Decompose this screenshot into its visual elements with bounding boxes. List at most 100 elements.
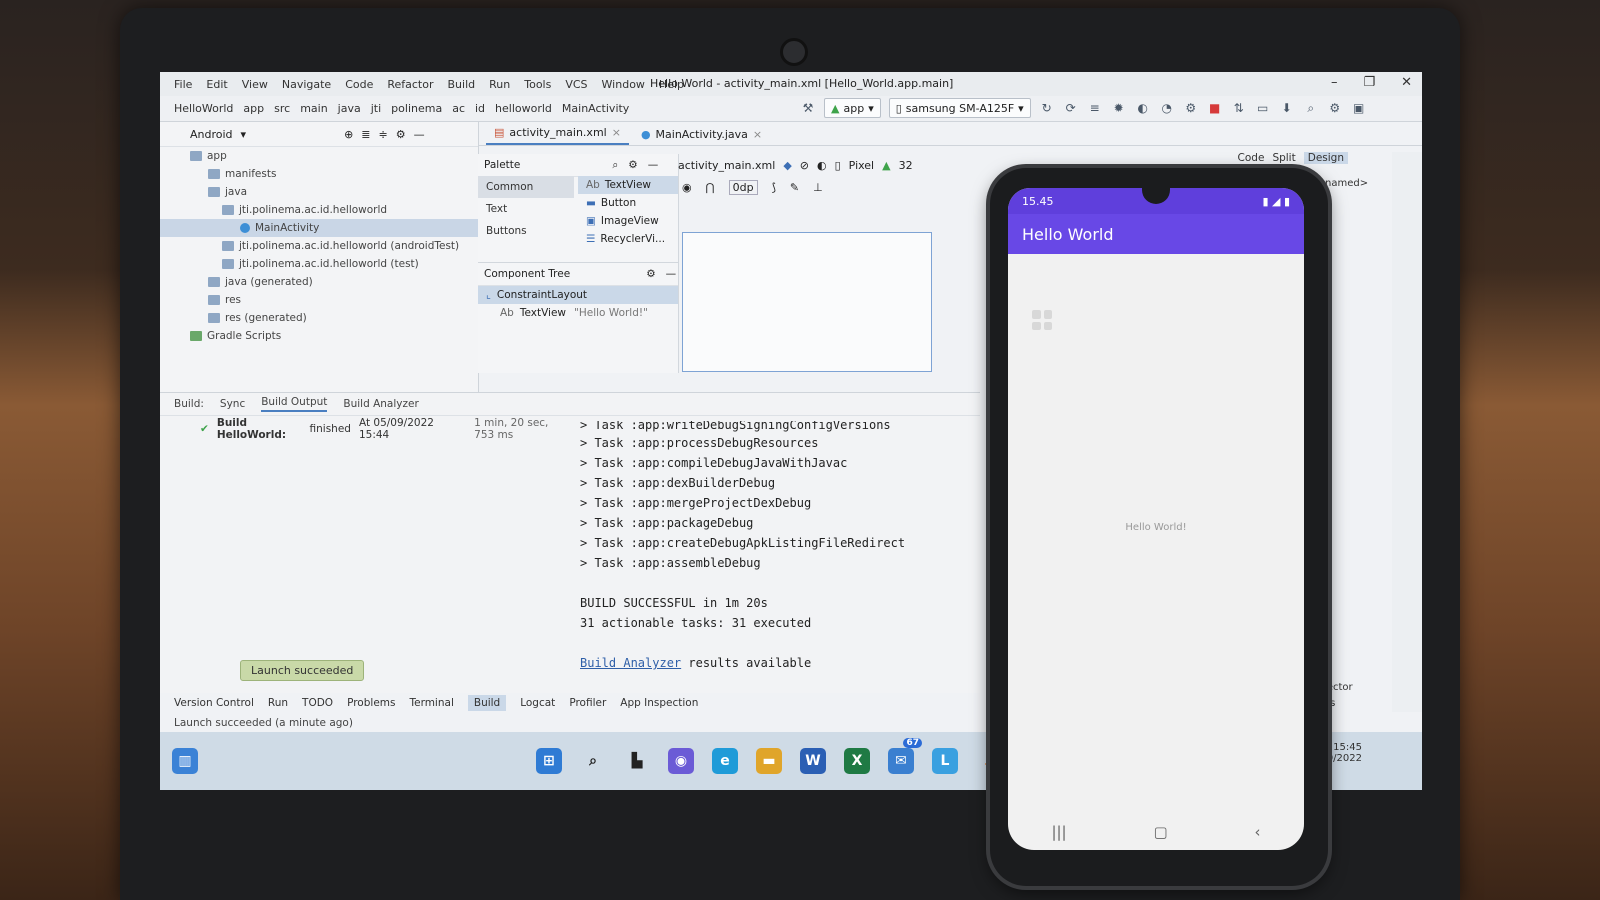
word-icon[interactable]: W [800,748,826,774]
tree-item-package-androidtest[interactable]: jti.polinema.ac.id.helloworld (androidTe… [160,237,478,255]
tab-todo[interactable]: TODO [302,697,333,709]
tree-item-package[interactable]: jti.polinema.ac.id.helloworld [160,201,478,219]
search-icon[interactable]: ⌕ [580,748,606,774]
build-result-row[interactable]: ✔ Build HelloWorld: finished At 05/09/20… [200,417,570,441]
taskbar-clock[interactable]: 15:45 9/2022 [1327,742,1362,764]
tree-item-manifests[interactable]: manifests [160,165,478,183]
menu-code[interactable]: Code [345,78,373,91]
device-preview-select[interactable]: Pixel [849,159,874,172]
tree-item-package-test[interactable]: jti.polinema.ac.id.helloworld (test) [160,255,478,273]
minimize-icon[interactable]: – [1331,75,1338,90]
launch-toast[interactable]: Launch succeeded [240,660,365,681]
tab-build[interactable]: Build [467,695,507,711]
tree-item-java[interactable]: java [160,183,478,201]
tab-build-output[interactable]: Build Output [261,396,328,412]
tab-sync[interactable]: Sync [220,398,245,410]
gear-icon[interactable]: ⚙ [628,159,637,171]
menu-refactor[interactable]: Refactor [387,78,433,91]
breadcrumb-ac[interactable]: ac [452,102,465,115]
palette-category-common[interactable]: Common [478,176,574,198]
tab-run[interactable]: Run [268,697,288,709]
search-icon[interactable]: ⌕ [1303,100,1319,116]
settings-icon[interactable]: ⚙ [1327,100,1343,116]
tree-item-mainactivity[interactable]: MainActivity [160,219,478,237]
breadcrumb-jti[interactable]: jti [371,102,381,115]
home-icon[interactable]: ▢ [1153,823,1167,841]
profile-icon[interactable]: ◔ [1159,100,1175,116]
menu-vcs[interactable]: VCS [565,78,587,91]
gear-icon[interactable]: ⚙ [646,268,655,280]
component-textview[interactable]: Ab TextView "Hello World!" [478,304,678,322]
menu-navigate[interactable]: Navigate [282,78,331,91]
night-mode-icon[interactable]: ⊘ [800,159,809,172]
run-config-select[interactable]: ▲ app ▾ [824,98,881,118]
breadcrumb-java[interactable]: java [338,102,361,115]
tree-item-res[interactable]: res [160,291,478,309]
tab-activity-main[interactable]: ▤ activity_main.xml × [486,121,629,145]
excel-icon[interactable]: X [844,748,870,774]
magnet-icon[interactable]: ⋂ [706,181,715,194]
edge-icon[interactable]: e [712,748,738,774]
tree-item-res-generated[interactable]: res (generated) [160,309,478,327]
menu-edit[interactable]: Edit [206,78,227,91]
locate-icon[interactable]: ⊕ [344,128,353,141]
tree-item-java-generated[interactable]: java (generated) [160,273,478,291]
breadcrumb-helloworld[interactable]: helloworld [495,102,552,115]
maximize-icon[interactable]: ❐ [1363,75,1375,90]
apply-changes-icon[interactable]: ⟳ [1063,100,1079,116]
breadcrumb-polinema[interactable]: polinema [391,102,442,115]
margin-select[interactable]: 0dp [728,179,758,195]
breadcrumb-main[interactable]: main [300,102,327,115]
palette-category-buttons[interactable]: Buttons [478,220,574,242]
expand-all-icon[interactable]: ≣ [361,128,370,141]
layers-icon[interactable]: ◆ [783,159,791,172]
app-l-icon[interactable]: L [932,748,958,774]
clear-constraints-icon[interactable]: ⟆ [772,181,776,194]
menu-view[interactable]: View [242,78,268,91]
sdk-manager-icon[interactable]: ⬇ [1279,100,1295,116]
palette-category-text[interactable]: Text [478,198,574,220]
code-mode-button[interactable]: Code [1238,152,1265,164]
build-analyzer-link[interactable]: Build Analyzer [580,656,681,670]
breadcrumb-app[interactable]: app [243,102,264,115]
palette-item-textview[interactable]: Ab TextView [578,176,678,194]
breadcrumb-mainactivity[interactable]: MainActivity [562,102,629,115]
close-icon[interactable]: × [612,126,621,139]
task-view-icon[interactable]: ▙ [624,748,650,774]
close-icon[interactable]: ✕ [1401,75,1412,90]
palette-item-imageview[interactable]: ▣ ImageView [578,212,678,230]
menu-window[interactable]: Window [602,78,645,91]
debug-icon[interactable]: ✹ [1111,100,1127,116]
hide-icon[interactable]: — [648,159,659,171]
grid-icon[interactable] [1032,310,1052,330]
menu-file[interactable]: File [174,78,192,91]
breadcrumb-project[interactable]: HelloWorld [174,102,233,115]
design-mode-button[interactable]: Design [1303,152,1348,164]
palette-item-recyclerview[interactable]: ☰ RecyclerVi... [578,230,678,248]
menu-build[interactable]: Build [448,78,476,91]
orientation-icon[interactable]: ◐ [817,159,827,172]
back-icon[interactable]: ‹ [1255,823,1261,841]
menu-tools[interactable]: Tools [524,78,551,91]
coverage-icon[interactable]: ◐ [1135,100,1151,116]
tab-problems[interactable]: Problems [347,697,395,709]
apply-code-changes-icon[interactable]: ≡ [1087,100,1103,116]
file-explorer-icon[interactable]: ▬ [756,748,782,774]
eye-icon[interactable]: ◉ [682,181,692,194]
project-view-select[interactable]: Android [190,128,233,141]
tab-build-analyzer[interactable]: Build Analyzer [343,398,418,410]
gradle-sync-icon[interactable]: ⇅ [1231,100,1247,116]
search-icon[interactable]: ⌕ [612,159,618,172]
widgets-icon[interactable]: ▥ [172,748,198,774]
breadcrumb-id[interactable]: id [475,102,485,115]
close-icon[interactable]: × [753,128,762,141]
tab-app-inspection[interactable]: App Inspection [620,697,698,709]
split-mode-button[interactable]: Split [1272,152,1295,164]
tree-item-gradle-scripts[interactable]: Gradle Scripts [160,327,478,345]
tab-version-control[interactable]: Version Control [174,697,254,709]
hide-icon[interactable]: — [666,268,677,280]
recents-icon[interactable]: ||| [1051,823,1066,841]
menu-run[interactable]: Run [489,78,510,91]
hide-icon[interactable]: — [414,128,425,141]
breadcrumb-src[interactable]: src [274,102,290,115]
